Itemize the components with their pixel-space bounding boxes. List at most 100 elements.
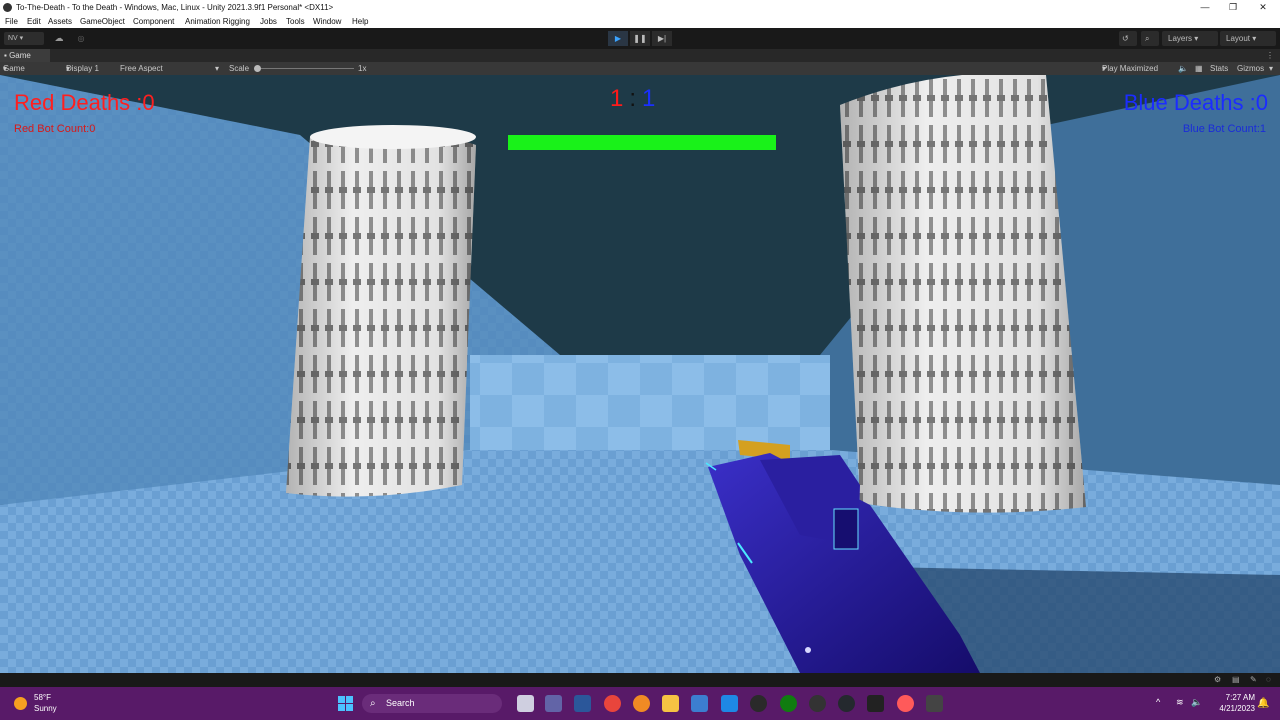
cloud-icon[interactable]: ☁ [50, 33, 68, 44]
play-maximized-dropdown[interactable]: Play Maximized ▾ [1102, 62, 1158, 75]
menu-tools[interactable]: Tools [286, 15, 305, 28]
game-tab-header: ▪ Game ⋮ [0, 49, 1280, 63]
xbox-icon[interactable] [780, 695, 797, 712]
window-title: To-The-Death - To the Death - Windows, M… [16, 3, 334, 12]
gizmos-dropdown-icon[interactable]: ▾ [1269, 62, 1273, 75]
scale-slider-handle[interactable] [254, 65, 261, 72]
gizmos-button[interactable]: Gizmos [1237, 62, 1264, 75]
play-icon[interactable]: ▶ [608, 31, 628, 46]
history-icon[interactable]: ↺ [1119, 31, 1137, 46]
menu-assets[interactable]: Assets [48, 15, 72, 28]
close-icon[interactable]: ✕ [1248, 0, 1278, 15]
aspect-dropdown-arrow-icon[interactable]: ▾ [215, 62, 219, 75]
collab-icon[interactable]: ◎ [74, 33, 88, 44]
sun-icon[interactable] [14, 697, 27, 710]
menu-edit[interactable]: Edit [27, 15, 41, 28]
left-pillar [286, 125, 476, 497]
unity-logo-icon [3, 3, 12, 12]
progress-icon[interactable]: ⚙ [1214, 675, 1221, 684]
menu-animation-rigging[interactable]: Animation Rigging [185, 15, 250, 28]
main-toolbar: NV ▾ ☁ ◎ ▶ ❚❚ ▶| ↺ ⌕ Layers ▾ Layout ▾ [0, 28, 1280, 49]
mute-audio-icon[interactable]: 🔈 [1178, 62, 1188, 75]
menu-file[interactable]: File [5, 15, 18, 28]
clock-time[interactable]: 7:27 AM [1213, 693, 1255, 702]
chrome-icon[interactable] [604, 695, 621, 712]
display-dropdown[interactable]: Display 1 ▾ [66, 62, 99, 75]
playmode-controls: ▶ ❚❚ ▶| [608, 31, 672, 46]
task-view-icon[interactable] [517, 695, 534, 712]
taskbar-search[interactable]: ⌕ Search [362, 694, 502, 713]
layers-dropdown[interactable]: Layers ▾ [1162, 31, 1218, 46]
weather-condition[interactable]: Sunny [34, 704, 57, 713]
windows-taskbar: 58°F Sunny ⌕ Search ^ ≋ 🔈 7:27 AM 4/21/2… [0, 687, 1280, 720]
health-bar [508, 135, 776, 150]
layout-dropdown[interactable]: Layout ▾ [1220, 31, 1276, 46]
minimize-icon[interactable]: — [1190, 0, 1220, 15]
step-icon[interactable]: ▶| [652, 31, 672, 46]
clock-date[interactable]: 4/21/2023 [1213, 704, 1255, 713]
music-icon[interactable] [750, 695, 767, 712]
browser-icon[interactable] [897, 695, 914, 712]
word-icon[interactable] [574, 695, 591, 712]
health-bar-fill [508, 135, 776, 150]
play-maximized-label: Play Maximized [1102, 64, 1159, 73]
menu-help[interactable]: Help [352, 15, 368, 28]
blue-deaths-label: Blue Deaths :0 [1123, 90, 1268, 115]
app-icon[interactable] [809, 695, 826, 712]
scale-value: 1x [358, 64, 367, 73]
red-bot-count-label: Red Bot Count:0 [14, 123, 96, 135]
search-icon[interactable]: ⌕ [1141, 31, 1159, 46]
unity-status-bar: ⚙ ▤ ✎ ◌ [0, 673, 1280, 687]
notification-bell-icon[interactable]: 🔔 [1257, 698, 1269, 709]
blue-score: 1 [642, 85, 656, 112]
debug-icon[interactable]: ✎ [1250, 675, 1257, 684]
game-mode-label: Game [3, 64, 25, 73]
menu-window[interactable]: Window [313, 15, 341, 28]
cache-icon[interactable]: ▤ [1232, 675, 1240, 684]
stats-button[interactable]: Stats [1210, 62, 1228, 75]
tab-game[interactable]: ▪ Game [0, 49, 50, 62]
score-separator: : [629, 85, 637, 112]
right-pillar [840, 75, 1086, 513]
menu-gameobject[interactable]: GameObject [80, 15, 125, 28]
scale-label: Scale [229, 64, 250, 73]
game-mode-dropdown[interactable]: Game ▾ [3, 62, 25, 75]
file-explorer-icon[interactable] [662, 695, 679, 712]
wifi-icon[interactable]: ≋ [1176, 697, 1184, 708]
game-view-toolbar: Game ▾ Display 1 ▾ Free Aspect ▾ Scale 1… [0, 62, 1280, 75]
chevron-up-icon[interactable]: ^ [1156, 697, 1160, 707]
store-icon[interactable] [691, 695, 708, 712]
layout-label: Layout [1226, 34, 1251, 43]
mail-icon[interactable] [721, 695, 738, 712]
menu-component[interactable]: Component [133, 15, 174, 28]
red-score: 1 [610, 85, 624, 112]
more-icon[interactable]: ⋮ [1266, 49, 1274, 62]
game-scene [0, 75, 1280, 673]
search-icon: ⌕ [370, 698, 376, 709]
blue-bot-count-label: Blue Bot Count:1 [1182, 123, 1266, 135]
scale-slider-track[interactable] [258, 68, 354, 69]
unity-hub-icon[interactable] [867, 695, 884, 712]
status-circle-icon[interactable]: ◌ [1266, 675, 1271, 684]
display-label: Display 1 [66, 64, 99, 73]
menu-bar: File Edit Assets GameObject Component An… [0, 15, 1280, 28]
maximize-icon[interactable]: ❐ [1218, 0, 1248, 15]
weather-temperature[interactable]: 58°F [34, 693, 51, 702]
windows-start-icon[interactable] [338, 696, 353, 711]
unity-editor-icon[interactable] [926, 695, 943, 712]
menu-jobs[interactable]: Jobs [260, 15, 277, 28]
pause-icon[interactable]: ❚❚ [630, 31, 650, 46]
volume-icon[interactable]: 🔈 [1191, 697, 1202, 708]
account-dropdown[interactable]: NV ▾ [4, 32, 44, 45]
red-deaths-label: Red Deaths :0 [14, 90, 155, 115]
window-titlebar: To-The-Death - To the Death - Windows, M… [0, 0, 1280, 15]
teams-icon[interactable] [545, 695, 562, 712]
taskbar-search-label: Search [386, 698, 415, 708]
brave-icon[interactable] [633, 695, 650, 712]
aspect-label: Free Aspect [120, 64, 163, 73]
team-score: 1:1 [610, 85, 655, 113]
game-viewport[interactable]: Red Deaths :0 Red Bot Count:0 Blue Death… [0, 75, 1280, 673]
github-icon[interactable] [838, 695, 855, 712]
tab-game-label: Game [9, 51, 31, 60]
vr-icon[interactable]: ▦ [1195, 62, 1203, 75]
